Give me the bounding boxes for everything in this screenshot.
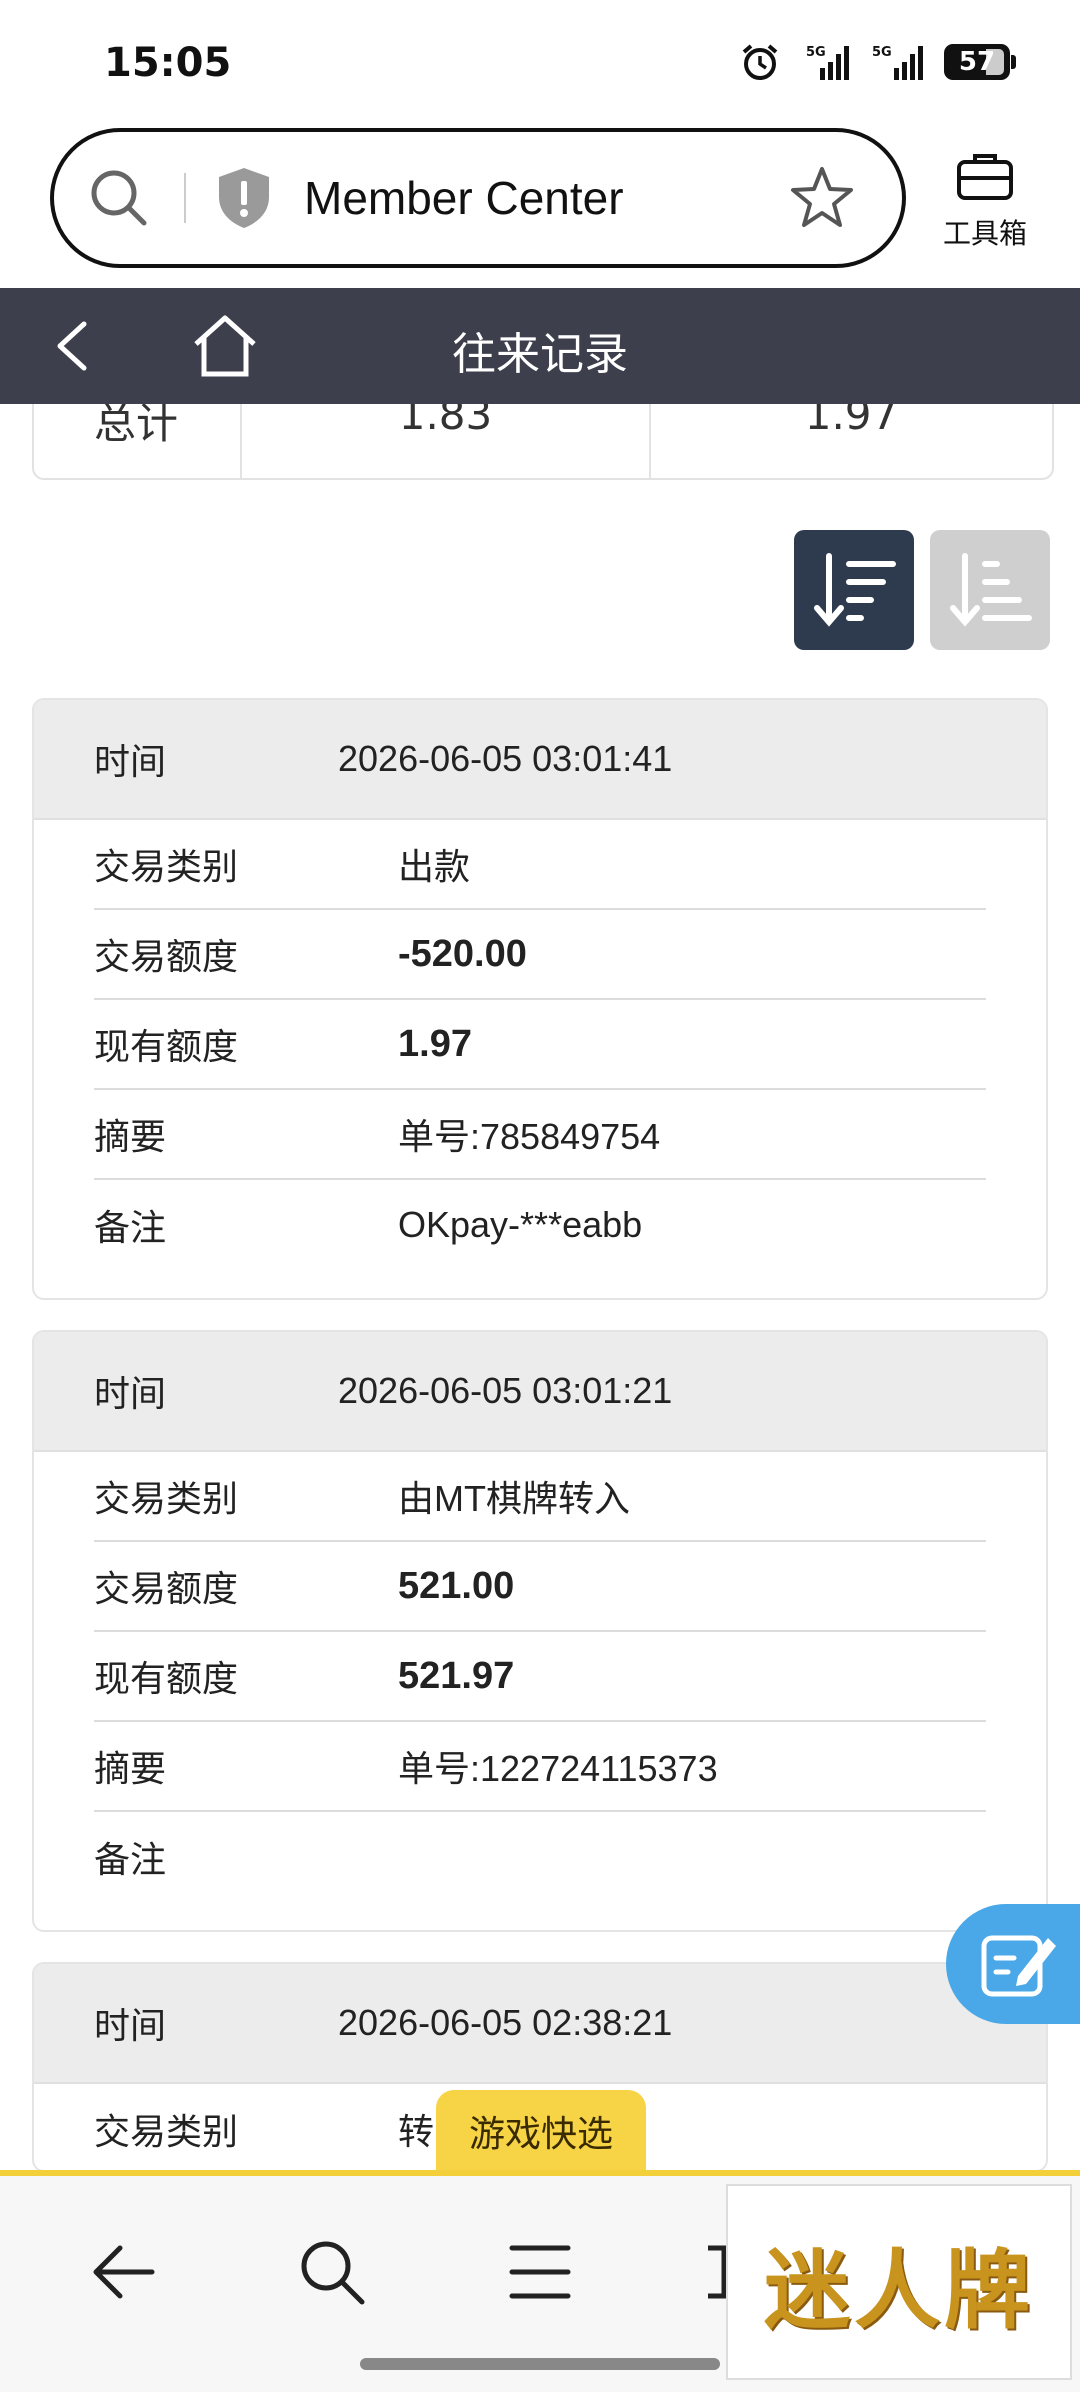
- page-title: 往来记录: [452, 329, 628, 380]
- totals-value-2: 1.97: [804, 404, 899, 439]
- record-card: 时间 2026-06-05 03:01:41 交易类别 出款 交易额度 -520…: [32, 698, 1048, 1300]
- balance-label: 现有额度: [94, 1027, 239, 1068]
- amount-label: 交易额度: [94, 937, 239, 978]
- amount-value: -520.00: [398, 932, 527, 975]
- nav-search-icon[interactable]: [294, 2234, 370, 2310]
- record-time-row: 时间 2026-06-05 03:01:41: [34, 700, 1046, 820]
- summary-label: 摘要: [94, 1117, 167, 1158]
- amount-label: 交易额度: [94, 1569, 239, 1610]
- status-icons: 5G 5G 57: [740, 42, 1016, 82]
- record-row: 备注 OKpay-***eabb: [94, 1180, 986, 1270]
- summary-value: 单号:785849754: [398, 1116, 661, 1157]
- shield-warning-icon[interactable]: [214, 165, 274, 231]
- game-quick-select-tab[interactable]: 游戏快选: [436, 2090, 646, 2172]
- record-row: 交易类别 由MT棋牌转入: [94, 1452, 986, 1542]
- record-row: 交易额度 521.00: [94, 1542, 986, 1632]
- type-value: 出款: [398, 846, 471, 887]
- time-label: 时间: [94, 1374, 167, 1415]
- totals-row: 总计 1.83 1.97: [32, 404, 1054, 480]
- record-time-row: 时间 2026-06-05 02:38:21: [34, 1964, 1046, 2084]
- summary-label: 摘要: [94, 1749, 167, 1790]
- type-label: 交易类别: [94, 1479, 239, 1520]
- record-row: 现有额度 521.97: [94, 1632, 986, 1722]
- record-row: 现有额度 1.97: [94, 1000, 986, 1090]
- balance-value: 521.97: [398, 1654, 515, 1697]
- nav-back-icon[interactable]: [86, 2234, 162, 2310]
- time-label: 时间: [94, 2006, 167, 2047]
- type-value: 转: [398, 2111, 435, 2152]
- status-bar: 15:05 5G 5G 57: [0, 0, 1080, 120]
- note-value: OKpay-***eabb: [398, 1204, 643, 1245]
- address-divider: [184, 173, 186, 223]
- totals-label: 总计: [94, 404, 179, 448]
- time-value: 2026-06-05 03:01:41: [338, 738, 673, 779]
- status-time: 15:05: [104, 40, 232, 86]
- record-row: 摘要 单号:122724115373: [94, 1722, 986, 1812]
- time-value: 2026-06-05 03:01:21: [338, 1370, 673, 1411]
- search-icon[interactable]: [84, 163, 154, 233]
- edit-icon: [981, 1935, 1056, 1997]
- balance-label: 现有额度: [94, 1659, 239, 1700]
- battery-icon: 57: [944, 44, 1016, 80]
- sort-ascending-icon: [950, 553, 1032, 627]
- svg-text:5G: 5G: [806, 45, 826, 60]
- note-label: 备注: [94, 1208, 167, 1249]
- type-label: 交易类别: [94, 847, 239, 888]
- type-value: 由MT棋牌转入: [398, 1478, 630, 1519]
- nav-menu-icon[interactable]: [502, 2234, 578, 2310]
- type-label: 交易类别: [94, 2112, 239, 2153]
- bookmark-star-icon[interactable]: [788, 164, 856, 232]
- time-label: 时间: [94, 742, 167, 783]
- summary-value: 单号:122724115373: [398, 1748, 718, 1789]
- browser-bar: Member Center 工具箱: [0, 120, 1080, 288]
- nav-tabs-icon[interactable]: [704, 2234, 728, 2310]
- sort-descending-icon: [814, 553, 896, 627]
- sort-descending-button[interactable]: [794, 530, 914, 650]
- time-value: 2026-06-05 02:38:21: [338, 2002, 673, 2043]
- record-card: 时间 2026-06-05 03:01:21 交易类别 由MT棋牌转入 交易额度…: [32, 1330, 1048, 1932]
- sort-ascending-button[interactable]: [930, 530, 1050, 650]
- alarm-icon: [742, 44, 778, 80]
- record-row: 交易额度 -520.00: [94, 910, 986, 1000]
- amount-value: 521.00: [398, 1564, 515, 1607]
- address-bar[interactable]: Member Center: [50, 128, 906, 268]
- signal-5g-icon-2: 5G: [872, 45, 923, 80]
- record-time-row: 时间 2026-06-05 03:01:21: [34, 1332, 1046, 1452]
- record-row: 摘要 单号:785849754: [94, 1090, 986, 1180]
- floating-edit-button[interactable]: [946, 1904, 1080, 2024]
- toolbox-label: 工具箱: [942, 217, 1027, 250]
- page-header: 往来记录: [0, 288, 1080, 404]
- url-title[interactable]: Member Center: [304, 171, 788, 225]
- note-label: 备注: [94, 1840, 167, 1881]
- brand-logo-text: 迷人牌: [764, 2239, 1034, 2341]
- home-indicator: [360, 2358, 720, 2370]
- record-row: 交易类别 出款: [94, 820, 986, 910]
- battery-level: 57: [958, 47, 996, 77]
- signal-5g-icon: 5G: [806, 45, 849, 80]
- balance-value: 1.97: [398, 1022, 472, 1065]
- brand-logo[interactable]: 迷人牌: [726, 2184, 1072, 2380]
- svg-text:5G: 5G: [872, 45, 892, 60]
- toolbox-button[interactable]: 工具箱: [930, 150, 1040, 252]
- toolbox-icon: [957, 154, 1013, 200]
- record-row: 备注: [94, 1812, 986, 1902]
- totals-value-1: 1.83: [398, 404, 493, 439]
